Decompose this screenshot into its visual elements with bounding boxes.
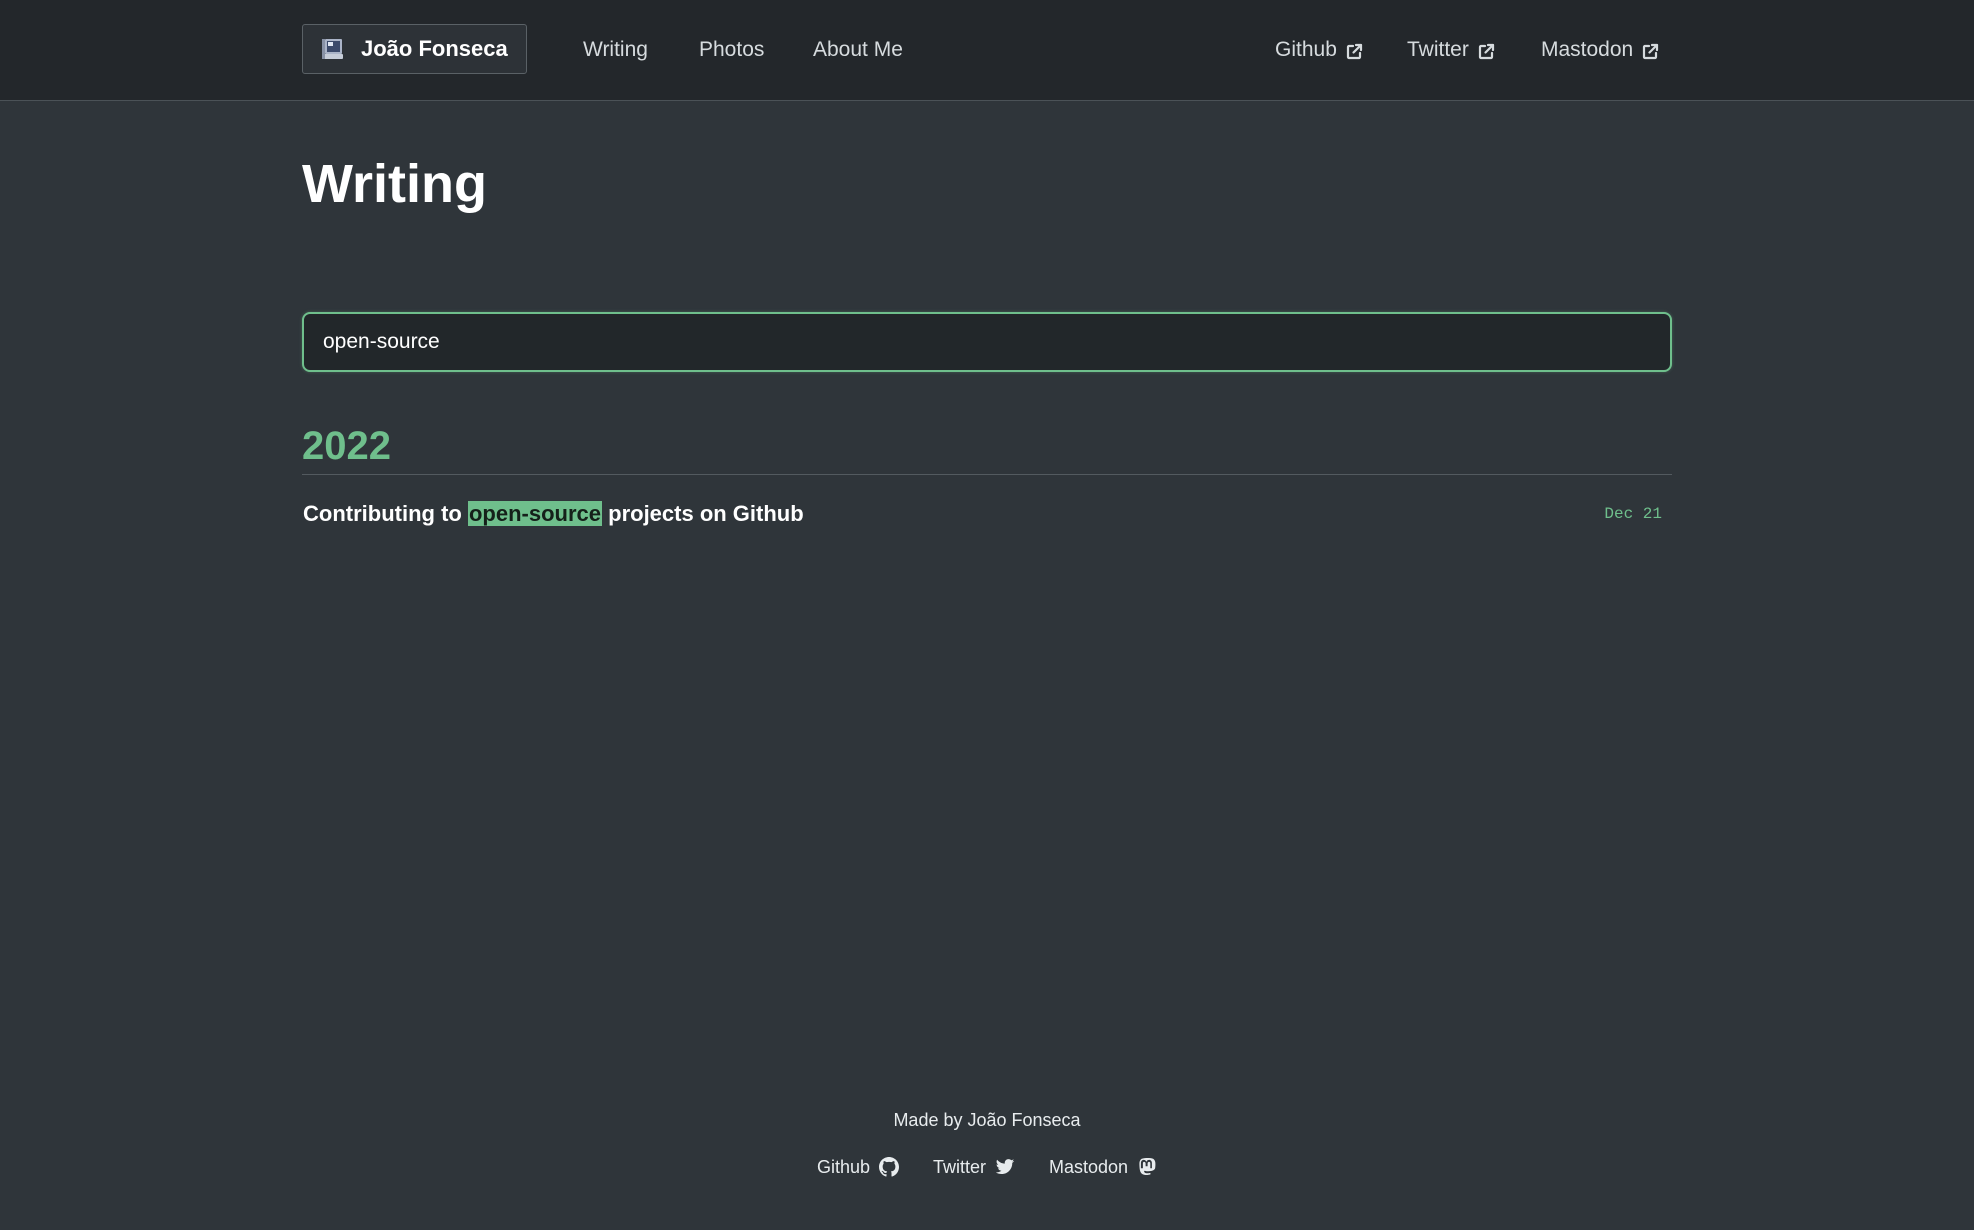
- post-date: Dec 21: [1604, 505, 1662, 523]
- footer-twitter-link[interactable]: Twitter: [933, 1155, 1015, 1179]
- year-divider: [302, 474, 1672, 475]
- footer-links: Github Twitter Mastodon: [0, 1155, 1974, 1179]
- brand-name: João Fonseca: [361, 36, 508, 61]
- search-box[interactable]: [302, 312, 1672, 372]
- post-title-link[interactable]: Contributing to open-source projects on …: [303, 498, 804, 530]
- nav-twitter-label: Twitter: [1407, 38, 1469, 61]
- post-list-item[interactable]: Contributing to open-source projects on …: [302, 498, 1672, 532]
- nav-github-label: Github: [1275, 38, 1337, 61]
- post-title-end: projects on Github: [608, 501, 804, 526]
- external-link-icon: [1345, 41, 1363, 60]
- nav-github-external[interactable]: Github: [1275, 36, 1363, 64]
- brand-home-link[interactable]: João Fonseca: [302, 24, 527, 74]
- footer-credit: Made by João Fonseca: [893, 1110, 1081, 1130]
- twitter-icon: [995, 1157, 1015, 1177]
- site-header: João Fonseca Writing Photos About Me Git…: [0, 0, 1974, 101]
- nav-mastodon-external[interactable]: Mastodon: [1541, 36, 1659, 64]
- laptop-icon: [319, 36, 345, 62]
- nav-twitter-external[interactable]: Twitter: [1407, 36, 1495, 64]
- nav-writing[interactable]: Writing: [583, 36, 648, 64]
- page-title: Writing: [302, 154, 487, 214]
- footer-mastodon-label: Mastodon: [1049, 1157, 1129, 1177]
- external-link-icon: [1641, 41, 1659, 60]
- footer-github-link[interactable]: Github: [817, 1155, 899, 1179]
- post-title-start: Contributing to: [303, 501, 462, 526]
- external-link-icon: [1477, 41, 1495, 60]
- github-icon: [878, 1157, 899, 1177]
- nav-about-me[interactable]: About Me: [813, 36, 903, 64]
- nav-mastodon-label: Mastodon: [1541, 38, 1634, 61]
- mastodon-icon: [1137, 1157, 1157, 1177]
- footer-mastodon-link[interactable]: Mastodon: [1049, 1155, 1157, 1179]
- year-heading: 2022: [302, 424, 391, 468]
- footer-twitter-label: Twitter: [932, 1157, 986, 1177]
- footer-github-label: Github: [816, 1157, 870, 1177]
- search-match-highlight: open-source: [467, 501, 602, 526]
- search-input[interactable]: [304, 314, 1670, 370]
- nav-photos[interactable]: Photos: [699, 36, 764, 64]
